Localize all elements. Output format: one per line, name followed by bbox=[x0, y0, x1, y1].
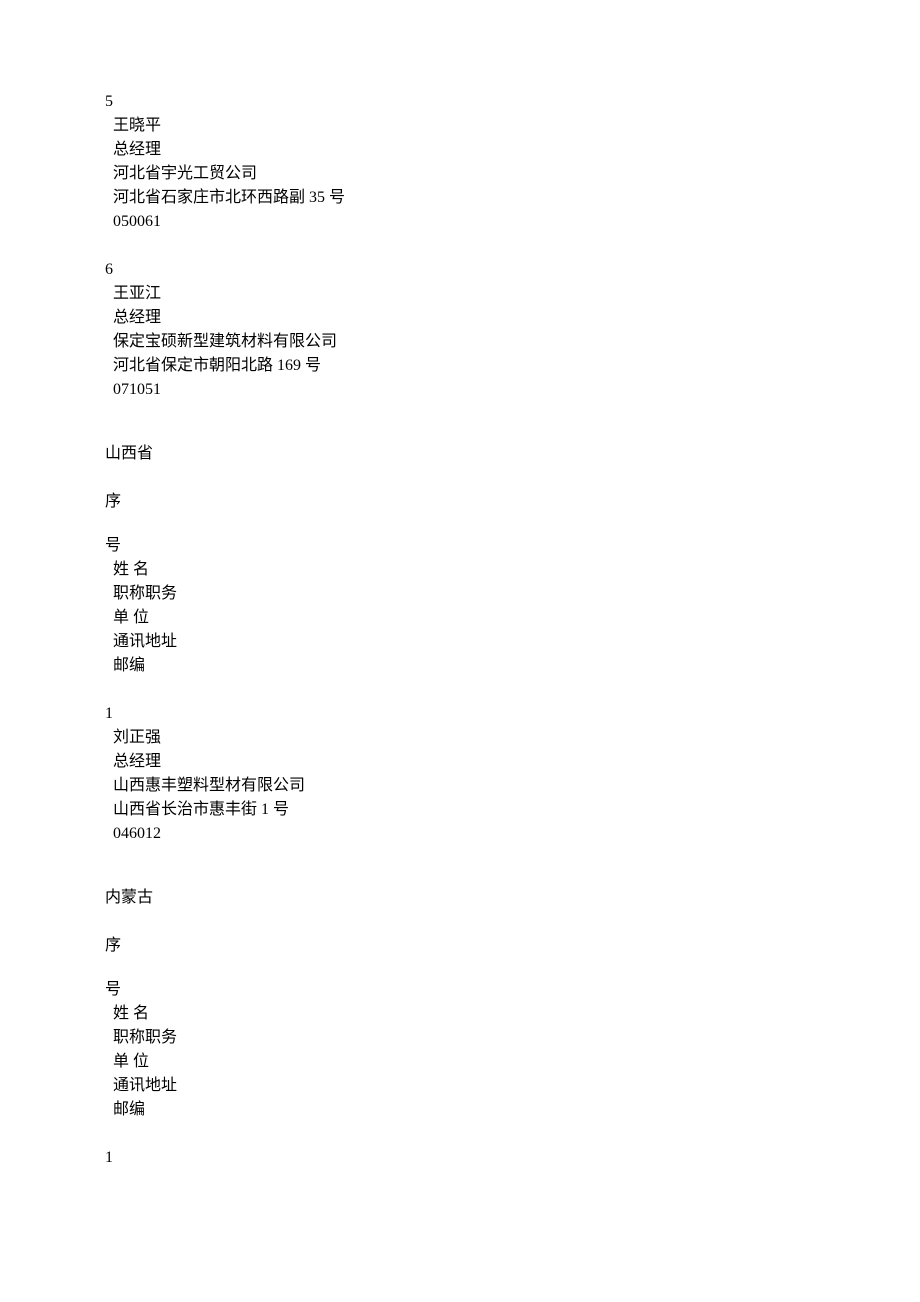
entry-number: 5 bbox=[105, 90, 815, 114]
entry-5: 5 王晓平 总经理 河北省宇光工贸公司 河北省石家庄市北环西路副 35 号 05… bbox=[105, 90, 815, 234]
entry-neimenggu-1: 1 bbox=[105, 1146, 815, 1170]
entry-number: 1 bbox=[105, 702, 815, 726]
entry-number: 6 bbox=[105, 258, 815, 282]
entry-org: 河北省宇光工贸公司 bbox=[113, 162, 815, 186]
entry-name: 王晓平 bbox=[113, 114, 815, 138]
entry-org: 山西惠丰塑料型材有限公司 bbox=[113, 774, 815, 798]
entry-shanxi-1: 1 刘正强 总经理 山西惠丰塑料型材有限公司 山西省长治市惠丰街 1 号 046… bbox=[105, 702, 815, 846]
entry-6: 6 王亚江 总经理 保定宝硕新型建筑材料有限公司 河北省保定市朝阳北路 169 … bbox=[105, 258, 815, 402]
entry-postcode: 046012 bbox=[113, 822, 815, 846]
section-title-shanxi: 山西省 bbox=[105, 442, 815, 466]
header-title: 职称职务 bbox=[113, 1026, 815, 1050]
header-block: 号 姓 名 职称职务 单 位 通讯地址 邮编 bbox=[105, 534, 815, 678]
entry-title: 总经理 bbox=[113, 306, 815, 330]
header-title: 职称职务 bbox=[113, 582, 815, 606]
header-block: 号 姓 名 职称职务 单 位 通讯地址 邮编 bbox=[105, 978, 815, 1122]
header-name: 姓 名 bbox=[113, 1002, 815, 1026]
header-org: 单 位 bbox=[113, 1050, 815, 1074]
header-hao: 号 bbox=[105, 978, 815, 1002]
entry-org: 保定宝硕新型建筑材料有限公司 bbox=[113, 330, 815, 354]
entry-title: 总经理 bbox=[113, 750, 815, 774]
header-org: 单 位 bbox=[113, 606, 815, 630]
entry-address: 河北省石家庄市北环西路副 35 号 bbox=[113, 186, 815, 210]
entry-postcode: 071051 bbox=[113, 378, 815, 402]
entry-name: 刘正强 bbox=[113, 726, 815, 750]
entry-title: 总经理 bbox=[113, 138, 815, 162]
entry-name: 王亚江 bbox=[113, 282, 815, 306]
header-hao: 号 bbox=[105, 534, 815, 558]
header-address: 通讯地址 bbox=[113, 1074, 815, 1098]
header-xu: 序 bbox=[105, 934, 815, 958]
header-postcode: 邮编 bbox=[113, 1098, 815, 1122]
header-address: 通讯地址 bbox=[113, 630, 815, 654]
entry-address: 山西省长治市惠丰街 1 号 bbox=[113, 798, 815, 822]
header-name: 姓 名 bbox=[113, 558, 815, 582]
entry-address: 河北省保定市朝阳北路 169 号 bbox=[113, 354, 815, 378]
header-xu: 序 bbox=[105, 490, 815, 514]
header-postcode: 邮编 bbox=[113, 654, 815, 678]
entry-number: 1 bbox=[105, 1146, 815, 1170]
section-title-neimenggu: 内蒙古 bbox=[105, 886, 815, 910]
entry-postcode: 050061 bbox=[113, 210, 815, 234]
